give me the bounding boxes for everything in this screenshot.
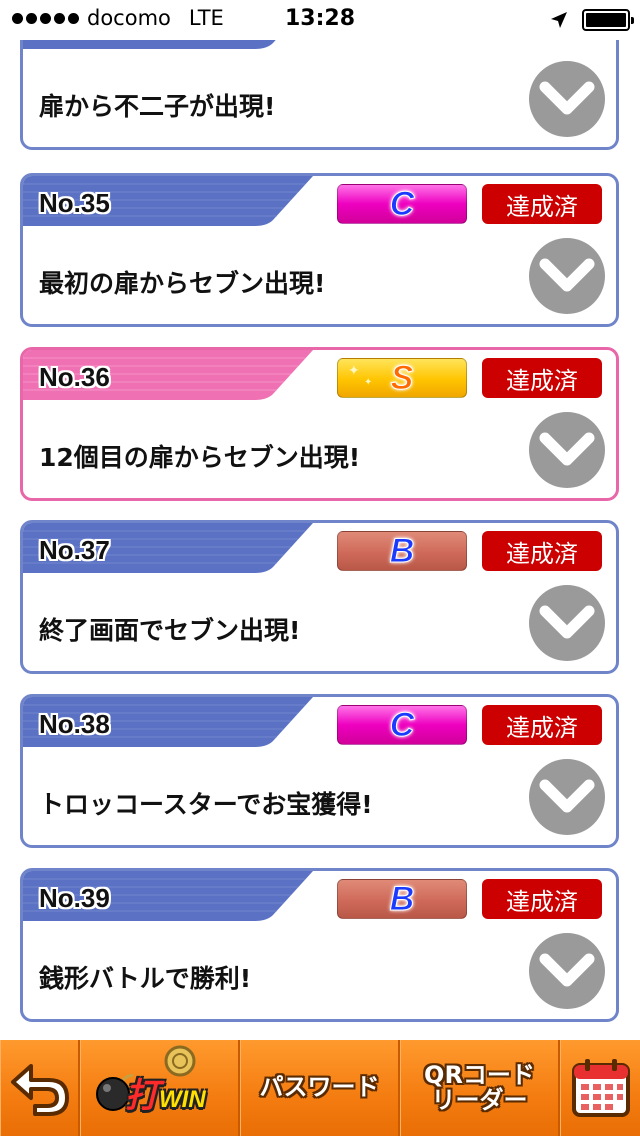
mission-number: No.36 (39, 362, 110, 392)
mission-card[interactable]: No.38 C 達成済 トロッコースターでお宝獲得! (20, 694, 619, 848)
back-arrow-icon (10, 1064, 69, 1116)
rank-letter: B (389, 532, 415, 570)
achieved-badge: 達成済 (482, 879, 602, 919)
rank-badge: ✦ ✦ S (337, 358, 467, 398)
mission-number: No.39 (39, 883, 110, 913)
rank-letter: C (389, 706, 415, 744)
achieved-badge: 達成済 (482, 531, 602, 571)
mission-title: 扉から不二子が出現! (39, 92, 276, 121)
expand-button[interactable] (529, 412, 605, 488)
rank-badge: C (337, 705, 467, 745)
carrier-name: docomo (87, 6, 171, 30)
sparkle-icon: ✦ (364, 377, 373, 388)
expand-button[interactable] (529, 759, 605, 835)
location-arrow-icon (551, 12, 567, 28)
chevron-down-icon (539, 432, 595, 466)
qr-reader-label: QRコード リーダー (424, 1060, 535, 1114)
rank-badge: C (337, 184, 467, 224)
chevron-down-icon (539, 258, 595, 292)
status-bar: docomo LTE 13:28 (0, 0, 640, 40)
chevron-down-icon (539, 605, 595, 639)
calendar-icon (571, 1059, 630, 1117)
achieved-badge: 達成済 (482, 705, 602, 745)
achieved-badge: 達成済 (482, 358, 602, 398)
rank-badge: B (337, 879, 467, 919)
expand-button[interactable] (529, 61, 605, 137)
mission-number: No.37 (39, 535, 110, 565)
chevron-down-icon (539, 81, 595, 115)
signal-strength-icon (12, 12, 79, 24)
mission-list[interactable]: 扉から不二子が出現! No.35 C 達成済 最初の扉からセブン出現! No.3… (0, 0, 640, 1040)
mission-title: 12個目の扉からセブン出現! (39, 443, 361, 472)
password-button[interactable]: パスワード (240, 1040, 400, 1136)
qr-label-line1: QRコード (424, 1060, 535, 1089)
rank-letter: B (389, 880, 415, 918)
qr-label-line2: リーダー (431, 1086, 528, 1114)
mission-title: 最初の扉からセブン出現! (39, 269, 326, 298)
mission-title: トロッコースターでお宝獲得! (39, 790, 373, 819)
sparkle-icon: ✦ (348, 363, 360, 379)
mission-card[interactable]: No.35 C 達成済 最初の扉からセブン出現! (20, 173, 619, 327)
rank-letter: S (390, 359, 414, 397)
expand-button[interactable] (529, 585, 605, 661)
chevron-down-icon (539, 953, 595, 987)
card-header: No.35 (23, 176, 313, 232)
card-header: No.37 (23, 523, 313, 579)
mission-number: No.38 (39, 709, 110, 739)
expand-button[interactable] (529, 238, 605, 314)
qr-reader-button[interactable]: QRコード リーダー (400, 1040, 560, 1136)
chevron-down-icon (539, 779, 595, 813)
card-header: No.38 (23, 697, 313, 753)
expand-button[interactable] (529, 933, 605, 1009)
logo-win: WIN (159, 1086, 206, 1113)
mission-card[interactable]: No.39 B 達成済 銭形バトルで勝利! (20, 868, 619, 1022)
mission-card[interactable]: No.36 ✦ ✦ S 達成済 12個目の扉からセブン出現! (20, 347, 619, 501)
mission-card[interactable]: No.37 B 達成済 終了画面でセブン出現! (20, 520, 619, 674)
logo-text: 打 (125, 1077, 159, 1115)
bottom-toolbar: 打WIN パスワード QRコード リーダー (0, 1040, 640, 1136)
card-header: No.36 (23, 350, 313, 406)
back-button[interactable] (0, 1040, 80, 1136)
mission-title: 銭形バトルで勝利! (39, 964, 252, 993)
mission-title: 終了画面でセブン出現! (39, 616, 301, 645)
app-logo: 打WIN (125, 1068, 206, 1117)
app-logo-button[interactable]: 打WIN (80, 1040, 240, 1136)
rank-letter: C (389, 185, 415, 223)
network-type: LTE (188, 6, 224, 30)
battery-icon (582, 9, 634, 31)
achieved-badge: 達成済 (482, 184, 602, 224)
password-label: パスワード (259, 1073, 380, 1102)
mission-number: No.35 (39, 188, 110, 218)
status-right (550, 9, 634, 31)
calendar-button[interactable] (560, 1040, 640, 1136)
card-header: No.39 (23, 871, 313, 927)
status-left: docomo LTE (12, 6, 224, 30)
rank-badge: B (337, 531, 467, 571)
